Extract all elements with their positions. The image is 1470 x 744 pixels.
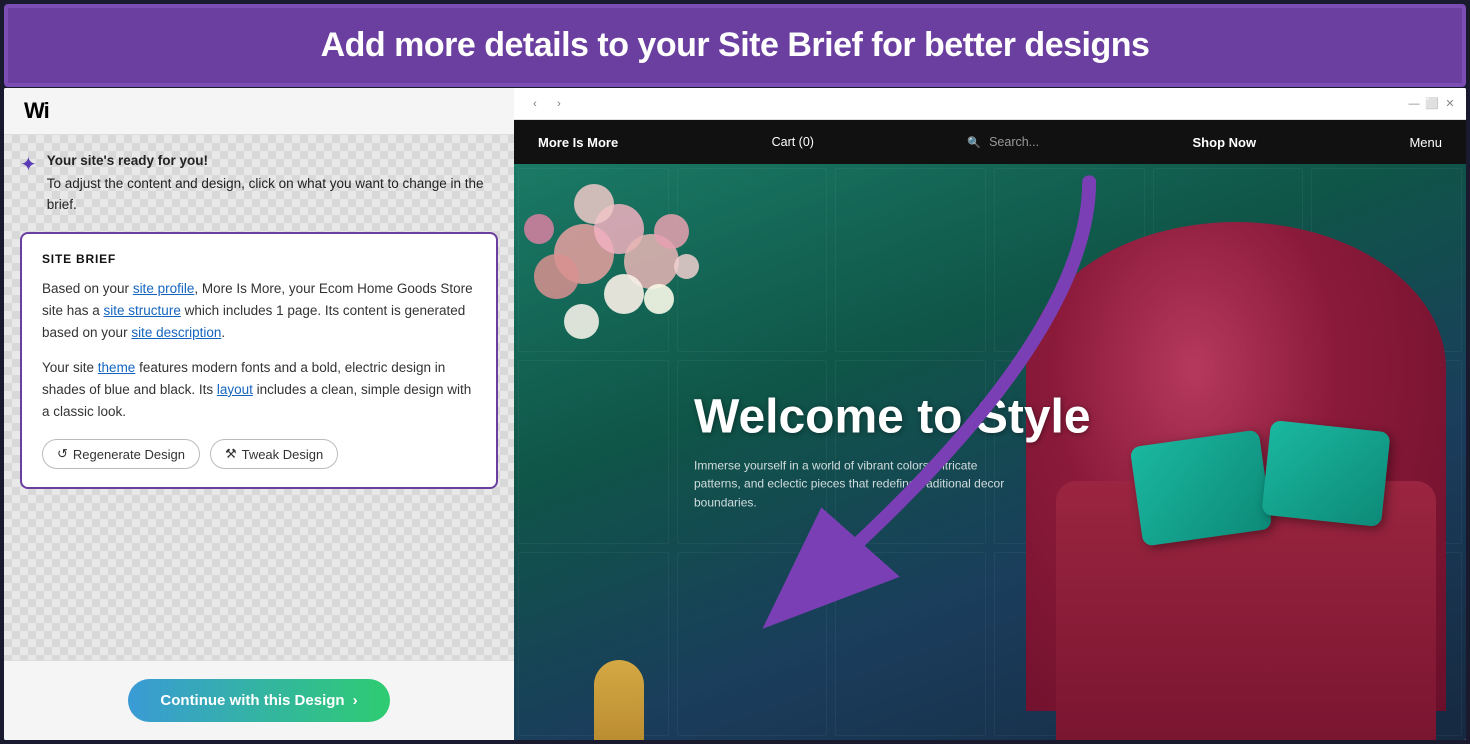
- continue-button[interactable]: Continue with this Design ›: [128, 679, 389, 722]
- tweak-design-button[interactable]: ⚒ Tweak Design: [210, 439, 338, 469]
- brief-heading: SITE BRIEF: [42, 252, 476, 266]
- notice-text: Your site's ready for you! To adjust the…: [47, 151, 498, 216]
- nav-center: Cart (0): [772, 135, 814, 149]
- browser-toolbar: ‹ › — ⬜ ✕: [514, 88, 1466, 120]
- hero-subtitle: Immerse yourself in a world of vibrant c…: [694, 457, 1014, 513]
- site-structure-link[interactable]: site structure: [104, 303, 181, 318]
- search-icon: 🔍: [967, 136, 981, 149]
- preview-panel: ‹ › — ⬜ ✕ More Is More: [514, 88, 1466, 740]
- window-controls: — ⬜ ✕: [1408, 98, 1456, 110]
- wix-logo: Wi: [24, 98, 49, 123]
- site-navbar: More Is More Cart (0) 🔍 Search... Shop N…: [514, 120, 1466, 164]
- nav-menu-link[interactable]: Menu: [1409, 135, 1442, 150]
- continue-section: Continue with this Design ›: [4, 660, 514, 740]
- regenerate-design-button[interactable]: ↺ Regenerate Design: [42, 439, 200, 469]
- browser-nav-arrows: ‹ ›: [524, 93, 570, 115]
- site-description-link[interactable]: site description: [131, 325, 221, 340]
- forward-arrow[interactable]: ›: [548, 93, 570, 115]
- tweak-icon: ⚒: [225, 446, 237, 462]
- chevron-right-icon: ›: [353, 692, 358, 709]
- pillow-right: [1261, 420, 1390, 527]
- nav-search: 🔍 Search...: [967, 135, 1039, 149]
- hero-title: Welcome to Style: [694, 392, 1091, 445]
- brief-para-1: Based on your site profile, More Is More…: [42, 278, 476, 345]
- theme-link[interactable]: theme: [98, 360, 136, 375]
- back-arrow[interactable]: ‹: [524, 93, 546, 115]
- hero-section: Welcome to Style Immerse yourself in a w…: [514, 164, 1466, 740]
- nav-cart: Cart (0): [772, 135, 814, 149]
- shop-now-link[interactable]: Shop Now: [1193, 135, 1257, 150]
- restore-button[interactable]: ⬜: [1426, 98, 1438, 110]
- left-content-area: ✦ Your site's ready for you! To adjust t…: [4, 135, 514, 660]
- site-brief-card: SITE BRIEF Based on your site profile, M…: [20, 232, 498, 490]
- pillow-left: [1130, 430, 1273, 547]
- close-button[interactable]: ✕: [1444, 98, 1456, 110]
- regenerate-icon: ↺: [57, 446, 68, 462]
- brief-para-2: Your site theme features modern fonts an…: [42, 357, 476, 424]
- banner-text: Add more details to your Site Brief for …: [38, 26, 1432, 65]
- search-placeholder: Search...: [989, 135, 1039, 149]
- left-panel: Wi ✦ Your site's ready for you! To adjus…: [4, 88, 514, 740]
- site-profile-link[interactable]: site profile: [133, 281, 195, 296]
- site-preview: More Is More Cart (0) 🔍 Search... Shop N…: [514, 120, 1466, 740]
- site-brand: More Is More: [538, 135, 618, 150]
- spark-icon: ✦: [20, 152, 37, 177]
- layout-link[interactable]: layout: [217, 382, 253, 397]
- ready-notice: ✦ Your site's ready for you! To adjust t…: [20, 151, 498, 216]
- hero-copy: Welcome to Style Immerse yourself in a w…: [694, 392, 1091, 513]
- top-banner: Add more details to your Site Brief for …: [4, 4, 1466, 87]
- minimize-button[interactable]: —: [1408, 98, 1420, 110]
- brief-action-buttons: ↺ Regenerate Design ⚒ Tweak Design: [42, 439, 476, 469]
- left-header: Wi: [4, 88, 514, 135]
- vase: [594, 660, 644, 740]
